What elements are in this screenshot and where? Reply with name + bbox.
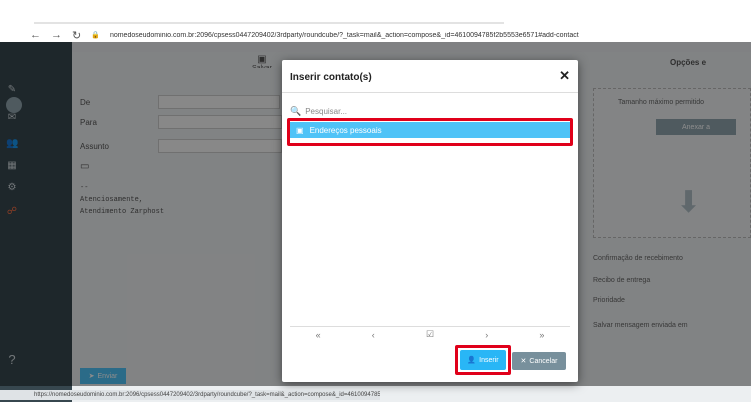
cancel-button[interactable]: ✕ Cancelar	[512, 352, 566, 370]
first-page-button[interactable]: «	[316, 330, 321, 340]
browser-chrome: ← → ↻ 🔒 nomedoseudominio.com.br:2096/cps…	[0, 0, 751, 42]
prev-page-button[interactable]: ‹	[372, 330, 375, 340]
highlight-insert	[455, 345, 511, 375]
lock-icon: 🔒	[91, 32, 100, 39]
forward-icon[interactable]: →	[51, 29, 62, 41]
address-bar[interactable]: ← → ↻ 🔒 nomedoseudominio.com.br:2096/cps…	[30, 28, 751, 42]
search-placeholder[interactable]: Pesquisar...	[305, 107, 347, 116]
last-page-button[interactable]: »	[539, 330, 544, 340]
highlight-address-book	[287, 118, 573, 146]
reload-icon[interactable]: ↻	[72, 29, 81, 42]
pagination: « ‹ ☑ › »	[290, 326, 570, 342]
dialog-title: Inserir contato(s)	[290, 72, 372, 83]
contact-search[interactable]: 🔍 Pesquisar...	[290, 104, 570, 118]
select-all-icon[interactable]: ☑	[426, 329, 434, 340]
tab-underline	[34, 22, 504, 24]
insert-contact-dialog: Inserir contato(s) ✕ 🔍 Pesquisar... ▣ En…	[282, 60, 578, 382]
search-icon: 🔍	[290, 105, 302, 116]
next-page-button[interactable]: ›	[485, 330, 488, 340]
tab-strip	[0, 0, 751, 18]
back-icon[interactable]: ←	[30, 29, 41, 41]
close-icon[interactable]: ✕	[559, 68, 570, 84]
status-bar: https://nomedoseudominio.com.br:2096/cps…	[0, 390, 380, 400]
close-icon: ✕	[520, 358, 527, 365]
dialog-divider	[282, 92, 578, 93]
url-text[interactable]: nomedoseudominio.com.br:2096/cpsess04472…	[110, 32, 579, 39]
cancel-label: Cancelar	[529, 357, 558, 365]
